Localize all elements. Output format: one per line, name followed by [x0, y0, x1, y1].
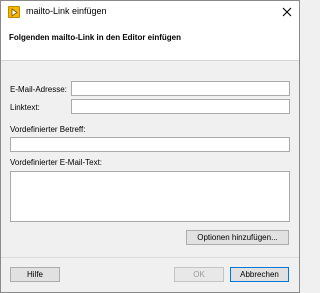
- options-button[interactable]: Optionen hinzufügen...: [186, 230, 289, 245]
- dialog-window: mailto-Link einfügen Folgenden mailto-Li…: [0, 0, 300, 293]
- header-title: Folgenden mailto-Link in den Editor einf…: [9, 33, 181, 42]
- dialog-header: Folgenden mailto-Link in den Editor einf…: [1, 23, 299, 61]
- body-label: Vordefinierter E-Mail-Text:: [10, 158, 103, 167]
- window-title: mailto-Link einfügen: [26, 6, 107, 16]
- subject-field[interactable]: [10, 137, 290, 152]
- linktext-label: Linktext:: [10, 103, 40, 112]
- cancel-button[interactable]: Abbrechen: [230, 267, 289, 282]
- subject-label: Vordefinierter Betreff:: [10, 125, 86, 134]
- linktext-field[interactable]: [71, 99, 290, 114]
- body-textarea[interactable]: [10, 171, 290, 222]
- app-icon: [8, 6, 20, 18]
- email-field[interactable]: [71, 81, 290, 96]
- title-bar: mailto-Link einfügen: [1, 1, 299, 23]
- help-button[interactable]: Hilfe: [10, 267, 60, 282]
- close-icon[interactable]: [279, 4, 295, 20]
- footer-divider: [1, 257, 299, 258]
- email-label: E-Mail-Adresse:: [10, 85, 67, 94]
- ok-button[interactable]: OK: [174, 267, 224, 282]
